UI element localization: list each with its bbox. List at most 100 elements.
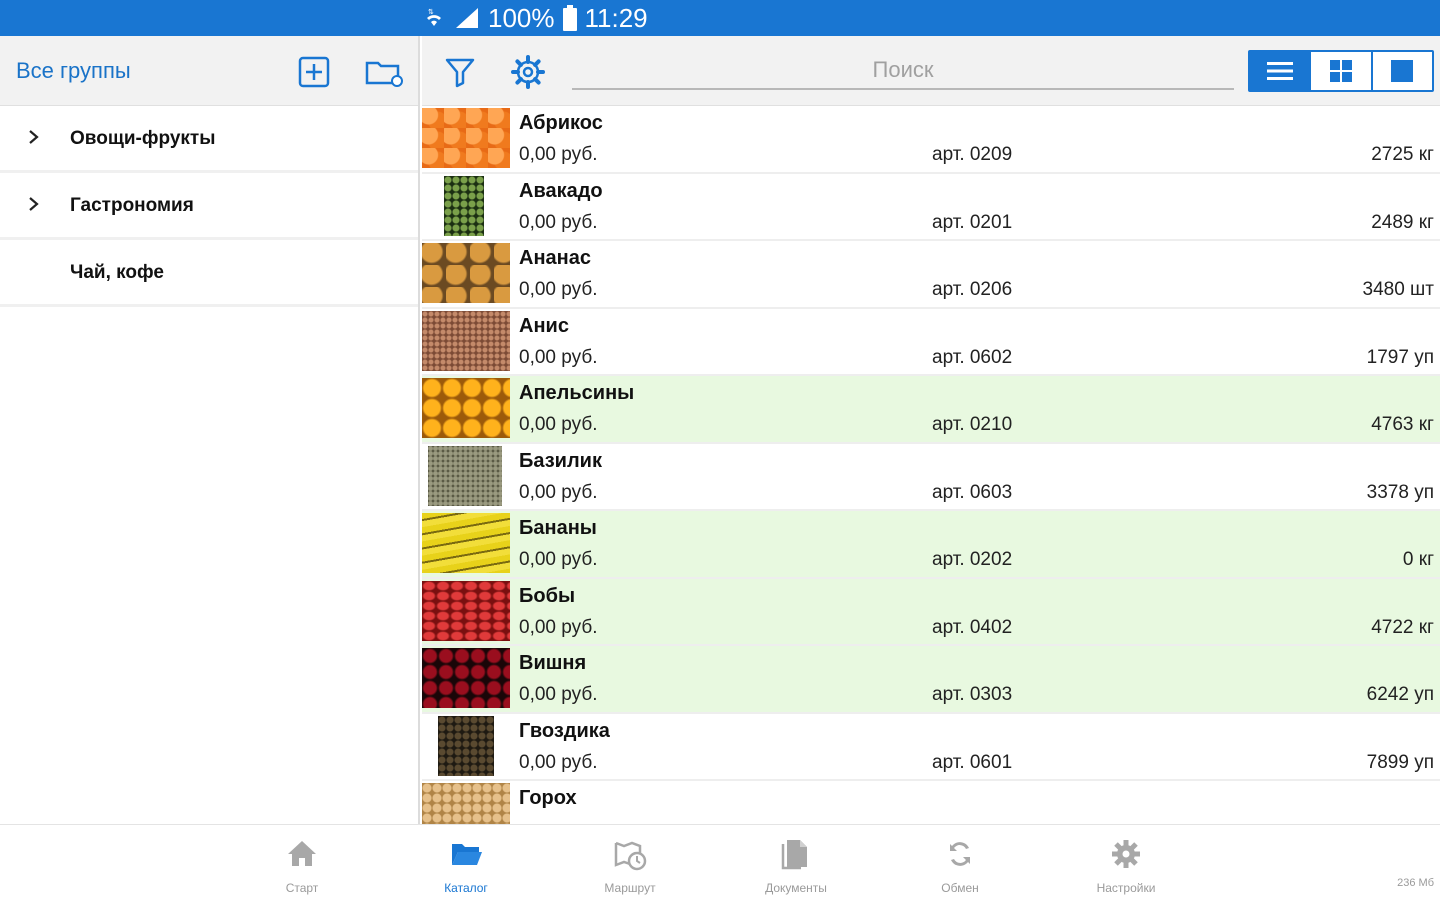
product-row[interactable]: Гвоздика 0,00 руб. арт. 0601 7899 уп	[422, 714, 1440, 781]
product-price: 0,00 руб.	[519, 684, 598, 705]
nav-label: Настройки	[1096, 881, 1156, 895]
all-groups-link[interactable]: Все группы	[16, 58, 131, 84]
battery-icon	[562, 5, 577, 31]
add-folder-button[interactable]	[364, 54, 404, 90]
list-view-button[interactable]	[1250, 52, 1310, 90]
product-name: Бананы	[519, 517, 597, 539]
group-label: Чай, кофе	[70, 262, 164, 283]
nav-start[interactable]: Старт	[232, 833, 372, 897]
folder-open-icon	[452, 844, 482, 865]
products-panel: Абрикос 0,00 руб. арт. 0209 2725 кг Авак…	[422, 36, 1440, 824]
product-name: Гвоздика	[519, 719, 610, 742]
product-article: арт. 0402	[932, 616, 1013, 638]
battery-percent: 100%	[488, 2, 555, 33]
nav-route[interactable]: Маршрут	[560, 833, 700, 897]
product-article: арт. 0206	[932, 279, 1013, 300]
product-name: Вишня	[519, 652, 587, 674]
signal-icon	[454, 6, 480, 30]
product-article: арт. 0303	[932, 684, 1013, 705]
nav-label: Документы	[765, 881, 827, 895]
search-input[interactable]	[572, 52, 1234, 90]
product-price: 0,00 руб.	[519, 211, 598, 233]
product-list: Абрикос 0,00 руб. арт. 0209 2725 кг Авак…	[422, 106, 1440, 824]
product-price: 0,00 руб.	[519, 751, 598, 773]
filter-icon	[445, 58, 475, 88]
product-row[interactable]: Горох	[422, 781, 1440, 824]
product-quantity: 3480 шт	[1362, 279, 1435, 300]
groups-header: Все группы	[0, 36, 418, 106]
product-quantity: 6242 уп	[1366, 684, 1434, 705]
product-quantity: 0 кг	[1402, 549, 1434, 570]
nav-sync[interactable]: Обмен	[890, 833, 1030, 897]
product-row[interactable]: Базилик 0,00 руб. арт. 0603 3378 уп	[422, 444, 1440, 511]
app-root: ⇅ 100% 11:29 Все группы Овощи-фрукты Гас…	[0, 0, 1440, 900]
product-thumbnail	[422, 378, 510, 438]
product-price: 0,00 руб.	[519, 144, 598, 165]
group-list: Овощи-фрукты Гастрономия Чай, кофе	[0, 106, 418, 307]
product-thumbnail	[428, 445, 502, 506]
nav-documents[interactable]: Документы	[726, 833, 866, 897]
product-thumbnail	[438, 715, 494, 776]
product-row[interactable]: Бобы 0,00 руб. арт. 0402 4722 кг	[422, 578, 1440, 646]
product-name: Горох	[519, 787, 577, 809]
product-thumbnail	[422, 783, 510, 824]
product-row[interactable]: Ананас 0,00 руб. арт. 0206 3480 шт	[422, 241, 1440, 309]
product-article: арт. 0210	[932, 414, 1013, 435]
filter-button[interactable]	[440, 52, 480, 92]
product-quantity: 7899 уп	[1366, 751, 1434, 773]
bottom-nav: Старт Каталог Маршрут Документы Обмен На…	[0, 824, 1440, 900]
plus-square-icon	[298, 56, 330, 88]
nav-settings[interactable]: Настройки	[1056, 833, 1196, 897]
product-row[interactable]: Абрикос 0,00 руб. арт. 0209 2725 кг	[422, 106, 1440, 174]
product-quantity: 4763 кг	[1371, 414, 1434, 435]
product-name: Абрикос	[519, 112, 603, 134]
product-row[interactable]: Авакадо 0,00 руб. арт. 0201 2489 кг	[422, 174, 1440, 241]
group-item[interactable]: Овощи-фрукты	[0, 106, 418, 173]
product-price: 0,00 руб.	[519, 414, 598, 435]
nav-catalog[interactable]: Каталог	[396, 833, 536, 897]
product-name: Авакадо	[519, 179, 603, 202]
product-thumbnail	[422, 243, 510, 303]
list-icon	[1266, 62, 1293, 80]
product-article: арт. 0201	[932, 211, 1013, 233]
product-quantity: 3378 уп	[1366, 481, 1434, 503]
settings-button[interactable]	[508, 52, 548, 92]
product-row[interactable]: Анис 0,00 руб. арт. 0602 1797 уп	[422, 309, 1440, 376]
wifi-icon: ⇅	[422, 6, 446, 30]
product-thumbnail	[422, 108, 510, 168]
product-article: арт. 0202	[932, 549, 1013, 570]
product-thumbnail	[422, 310, 510, 371]
grid-icon	[1329, 60, 1352, 82]
chevron-right-icon	[29, 130, 39, 144]
product-thumbnail	[422, 513, 510, 573]
nav-label: Маршрут	[604, 881, 656, 895]
product-article: арт. 0209	[932, 144, 1013, 165]
product-name: Базилик	[519, 449, 602, 472]
svg-text:⇅: ⇅	[428, 8, 434, 16]
sync-icon	[950, 842, 970, 866]
product-row[interactable]: Вишня 0,00 руб. арт. 0303 6242 уп	[422, 646, 1440, 714]
product-article: арт. 0603	[932, 481, 1013, 503]
group-item[interactable]: Гастрономия	[0, 173, 418, 240]
product-name: Бобы	[519, 584, 576, 607]
product-name: Апельсины	[519, 382, 635, 404]
product-quantity: 2725 кг	[1371, 144, 1434, 165]
clock: 11:29	[584, 2, 648, 33]
map-clock-icon	[614, 841, 647, 871]
group-item[interactable]: Чай, кофе	[0, 240, 418, 307]
product-row[interactable]: Бананы 0,00 руб. арт. 0202 0 кг	[422, 511, 1440, 579]
grid-view-button[interactable]	[1309, 52, 1371, 90]
add-item-button[interactable]	[296, 54, 332, 90]
product-quantity: 2489 кг	[1371, 211, 1434, 233]
nav-label: Старт	[285, 881, 319, 895]
product-quantity: 1797 уп	[1366, 346, 1434, 368]
nav-label: Обмен	[941, 881, 979, 895]
product-article: арт. 0602	[932, 346, 1013, 368]
nav-label: Каталог	[444, 881, 488, 895]
tile-view-button[interactable]	[1370, 52, 1432, 90]
square-icon	[1391, 60, 1414, 82]
group-label: Овощи-фрукты	[70, 128, 216, 149]
product-row[interactable]: Апельсины 0,00 руб. арт. 0210 4763 кг	[422, 376, 1440, 444]
status-bar: ⇅ 100% 11:29	[0, 0, 1440, 36]
gear-icon	[511, 55, 545, 89]
